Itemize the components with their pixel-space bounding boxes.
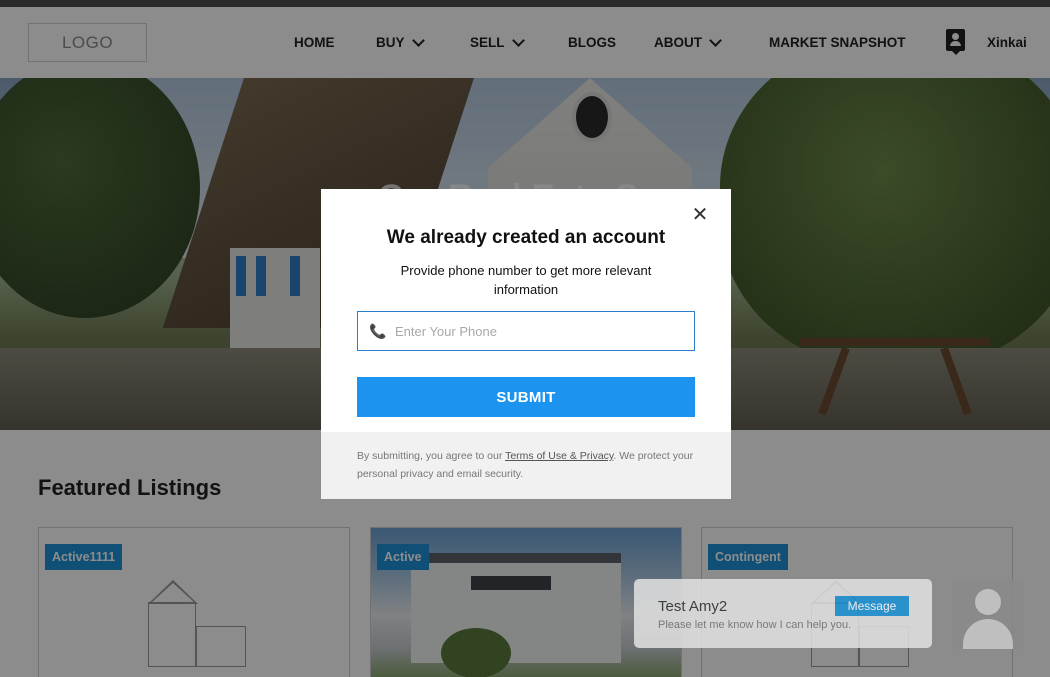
phone-input[interactable] bbox=[395, 323, 685, 339]
chat-widget[interactable]: Test Amy2 Please let me know how I can h… bbox=[634, 579, 932, 648]
account-modal: ✕ We already created an account Provide … bbox=[321, 189, 731, 499]
terms-link[interactable]: Terms of Use & Privacy bbox=[505, 450, 613, 462]
submit-button[interactable]: SUBMIT bbox=[357, 377, 695, 417]
close-icon[interactable]: ✕ bbox=[690, 205, 710, 225]
modal-title: We already created an account bbox=[386, 227, 666, 248]
modal-subtitle: Provide phone number to get more relevan… bbox=[400, 263, 652, 297]
consent-text: By submitting, you agree to our Terms of… bbox=[357, 450, 694, 480]
avatar[interactable] bbox=[953, 579, 1023, 649]
chat-message: Please let me know how I can help you. bbox=[658, 619, 852, 631]
modal-footer: By submitting, you agree to our Terms of… bbox=[321, 432, 731, 499]
top-strip bbox=[0, 0, 1050, 7]
phone-field[interactable]: 📞 bbox=[357, 311, 695, 351]
message-button[interactable]: Message bbox=[835, 596, 909, 616]
phone-icon: 📞 bbox=[369, 323, 387, 339]
chat-agent-name: Test Amy2 bbox=[658, 598, 728, 615]
